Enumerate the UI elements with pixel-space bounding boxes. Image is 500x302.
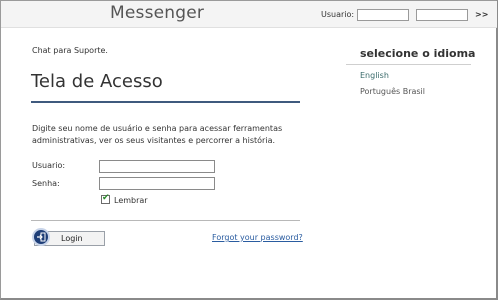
page-subtitle: Chat para Suporte. xyxy=(32,46,108,55)
header-username-input[interactable] xyxy=(357,9,409,21)
username-input[interactable] xyxy=(99,160,215,173)
top-bar: Messenger Usuario: >> xyxy=(1,1,497,28)
login-button-label: Login xyxy=(61,234,83,243)
remember-label: Lembrar xyxy=(114,196,148,205)
password-input[interactable] xyxy=(99,177,215,190)
login-description: Digite seu nome de usuário e senha para … xyxy=(32,124,283,145)
language-divider xyxy=(346,64,471,65)
header-go-button[interactable]: >> xyxy=(475,10,488,19)
window-frame xyxy=(0,0,498,300)
header-password-input[interactable] xyxy=(416,9,468,21)
checkmark-icon: ✔ xyxy=(102,193,110,203)
language-portugues-brasil[interactable]: Português Brasil xyxy=(360,87,425,96)
page-title: Tela de Acesso xyxy=(31,71,163,92)
language-english[interactable]: English xyxy=(360,71,389,80)
app-title: Messenger xyxy=(110,3,205,23)
login-arrow-icon xyxy=(32,228,50,246)
login-button[interactable]: Login xyxy=(32,228,105,246)
password-label: Senha: xyxy=(32,179,60,188)
remember-checkbox[interactable]: ✔ xyxy=(101,193,110,204)
language-heading: selecione o idioma xyxy=(360,47,476,60)
header-username-label: Usuario: xyxy=(321,10,355,19)
form-divider xyxy=(31,220,300,221)
title-divider xyxy=(31,101,300,103)
forgot-password-link[interactable]: Forgot your password? xyxy=(212,233,303,242)
username-label: Usuario: xyxy=(32,161,66,170)
